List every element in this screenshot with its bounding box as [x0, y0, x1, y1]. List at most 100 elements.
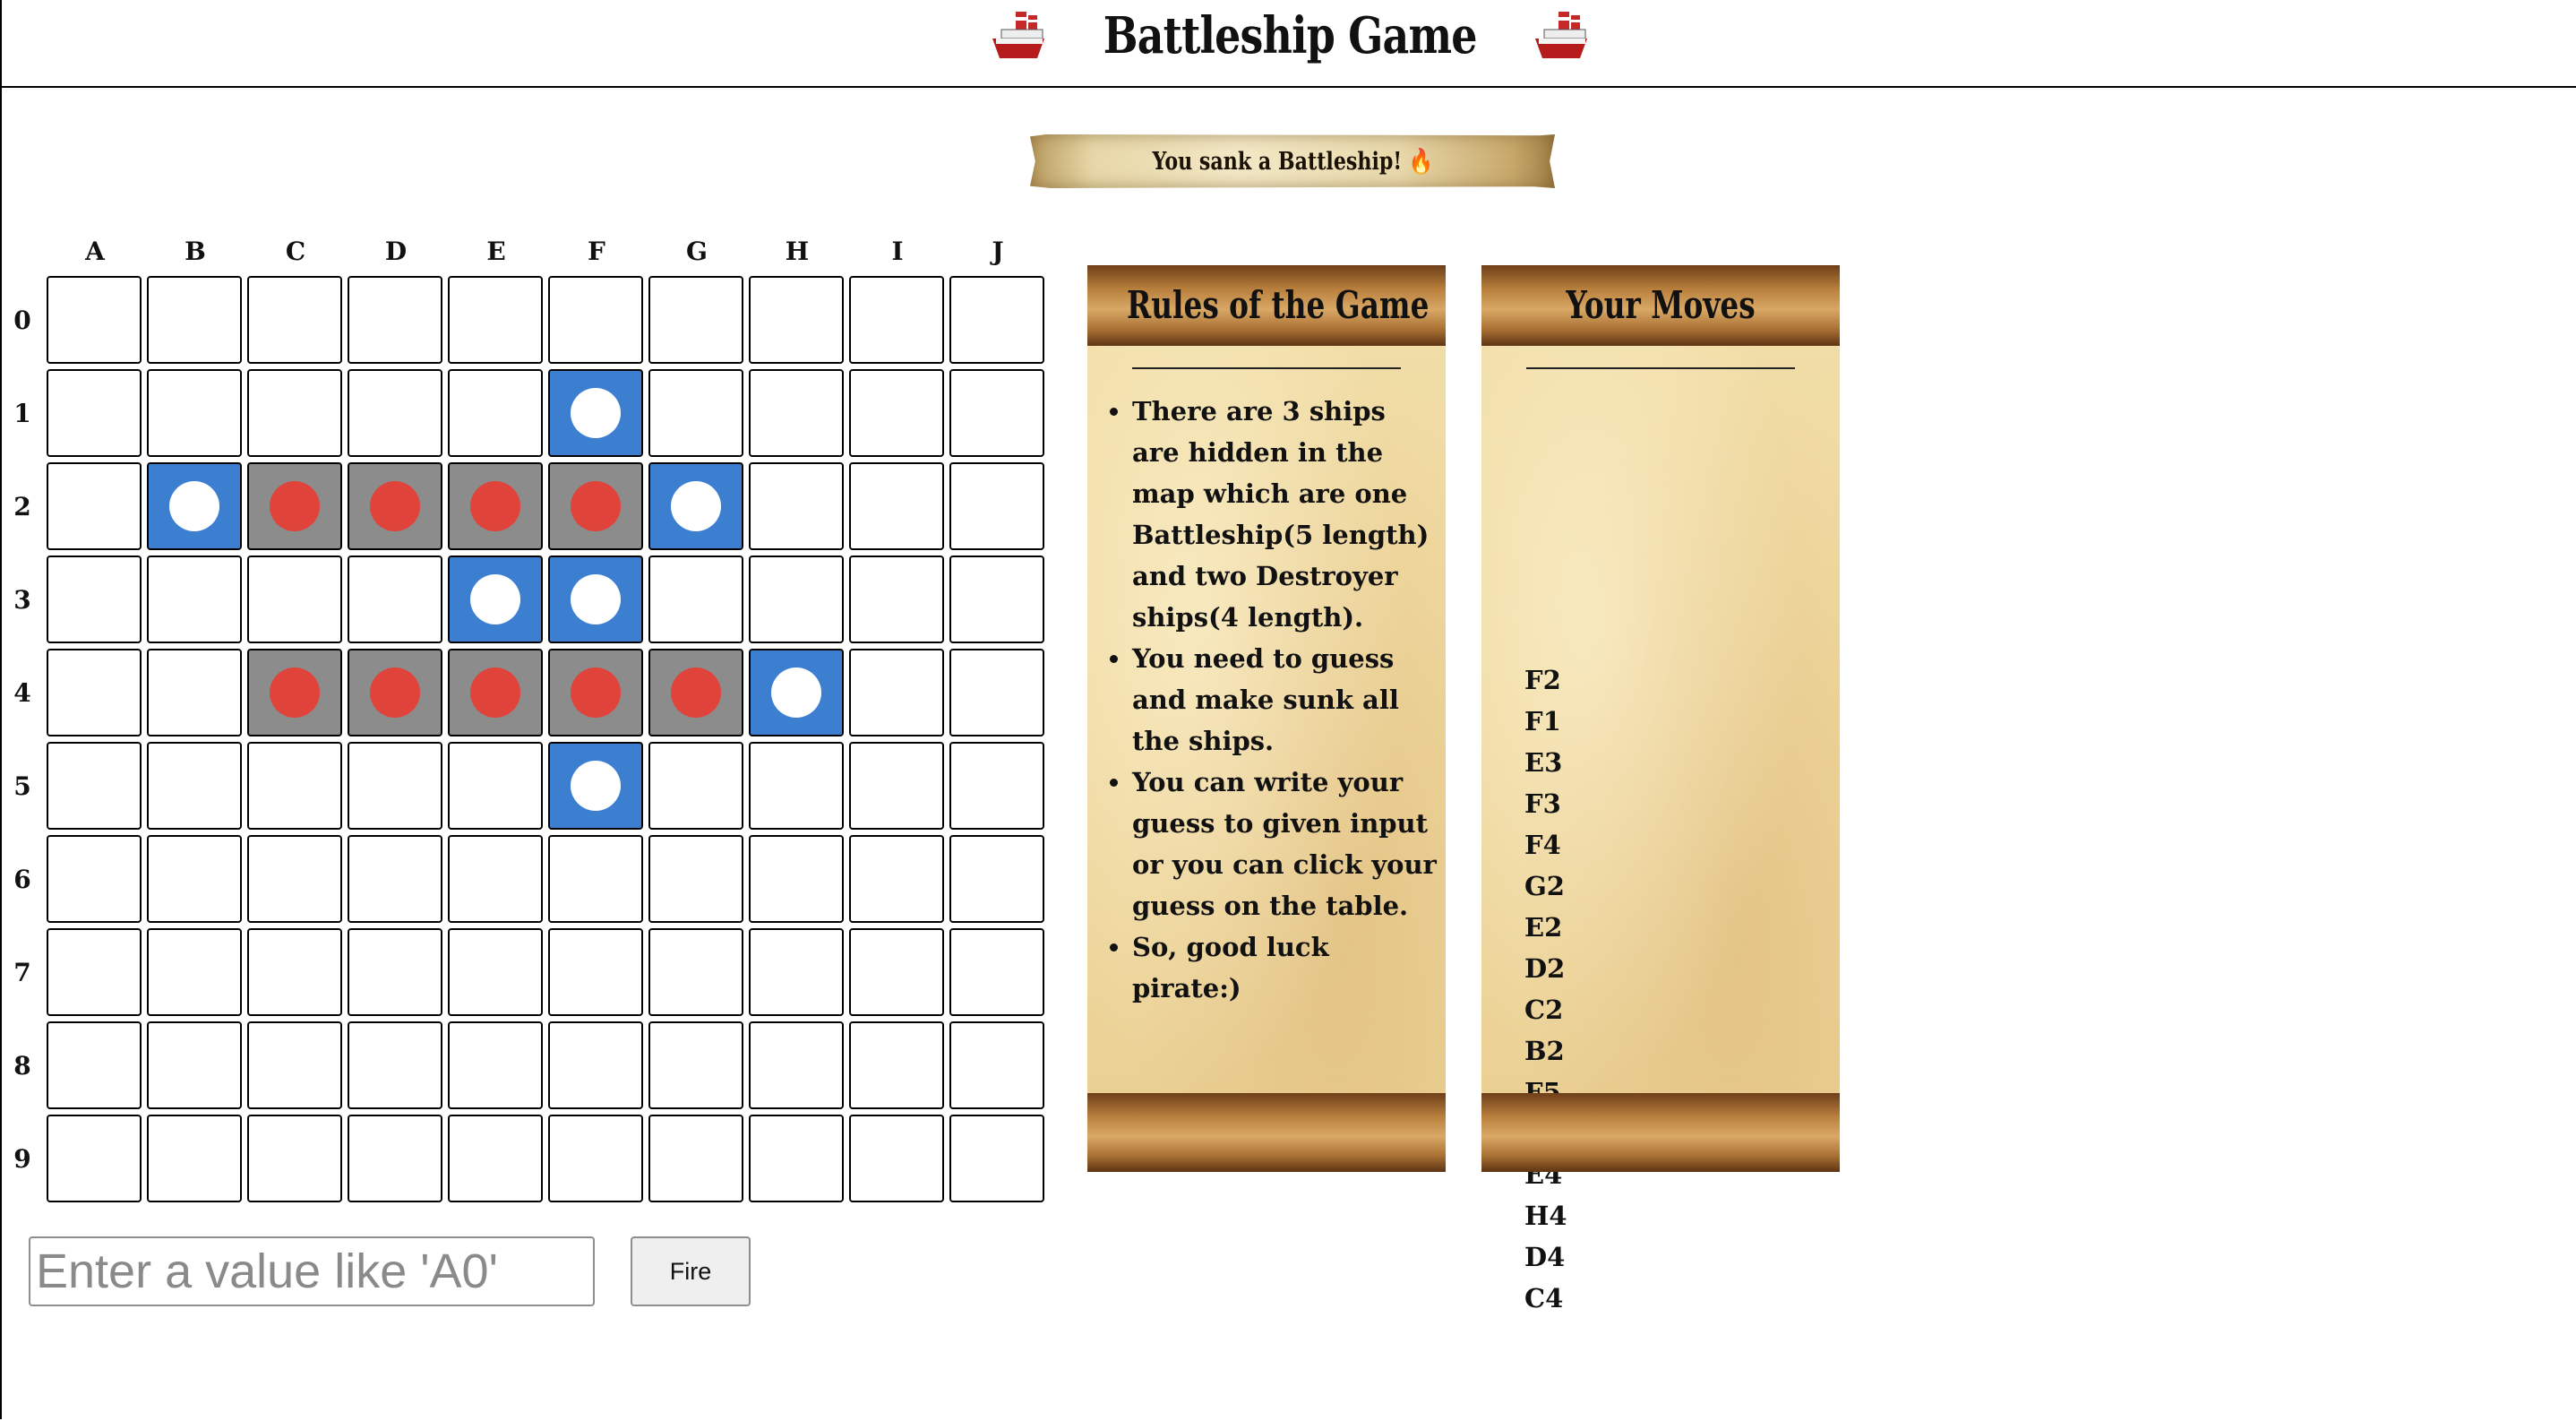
board-cell-B5[interactable] [147, 742, 242, 830]
board-cell-E3[interactable] [448, 555, 543, 643]
board-cell-A0[interactable] [47, 276, 142, 364]
board-cell-G1[interactable] [648, 369, 743, 457]
board-cell-I2[interactable] [849, 462, 944, 550]
board-cell-A4[interactable] [47, 649, 142, 736]
board-cell-C6[interactable] [247, 835, 342, 923]
board-cell-E4[interactable] [448, 649, 543, 736]
board-cell-H8[interactable] [749, 1021, 844, 1109]
board-cell-D8[interactable] [348, 1021, 442, 1109]
board-cell-C8[interactable] [247, 1021, 342, 1109]
board-cell-I0[interactable] [849, 276, 944, 364]
board-cell-D7[interactable] [348, 928, 442, 1016]
board-cell-E1[interactable] [448, 369, 543, 457]
board-cell-B2[interactable] [147, 462, 242, 550]
board-cell-C1[interactable] [247, 369, 342, 457]
board-cell-B7[interactable] [147, 928, 242, 1016]
board-cell-J9[interactable] [949, 1115, 1044, 1202]
board-cell-D6[interactable] [348, 835, 442, 923]
board-cell-B6[interactable] [147, 835, 242, 923]
board-cell-G9[interactable] [648, 1115, 743, 1202]
board-cell-J8[interactable] [949, 1021, 1044, 1109]
board-cell-H9[interactable] [749, 1115, 844, 1202]
board-cell-E6[interactable] [448, 835, 543, 923]
board-cell-H2[interactable] [749, 462, 844, 550]
board-cell-G3[interactable] [648, 555, 743, 643]
board-cell-B0[interactable] [147, 276, 242, 364]
board-cell-D5[interactable] [348, 742, 442, 830]
board-cell-J5[interactable] [949, 742, 1044, 830]
board-cell-E8[interactable] [448, 1021, 543, 1109]
board-cell-H7[interactable] [749, 928, 844, 1016]
board-cell-C9[interactable] [247, 1115, 342, 1202]
board-cell-C7[interactable] [247, 928, 342, 1016]
board-cell-F9[interactable] [548, 1115, 643, 1202]
board-cell-H4[interactable] [749, 649, 844, 736]
board-cell-J4[interactable] [949, 649, 1044, 736]
board-cell-E0[interactable] [448, 276, 543, 364]
board-cell-F4[interactable] [548, 649, 643, 736]
board-cell-F5[interactable] [548, 742, 643, 830]
board-cell-E7[interactable] [448, 928, 543, 1016]
board-cell-F8[interactable] [548, 1021, 643, 1109]
board-cell-H6[interactable] [749, 835, 844, 923]
board-cell-J2[interactable] [949, 462, 1044, 550]
board-cell-F7[interactable] [548, 928, 643, 1016]
board-cell-C0[interactable] [247, 276, 342, 364]
board-cell-J3[interactable] [949, 555, 1044, 643]
board-cell-J6[interactable] [949, 835, 1044, 923]
fire-button[interactable]: Fire [631, 1236, 751, 1306]
board-cell-A2[interactable] [47, 462, 142, 550]
board-cell-E9[interactable] [448, 1115, 543, 1202]
board-cell-F6[interactable] [548, 835, 643, 923]
board-cell-G7[interactable] [648, 928, 743, 1016]
board-cell-J7[interactable] [949, 928, 1044, 1016]
board-cell-I4[interactable] [849, 649, 944, 736]
board-cell-D4[interactable] [348, 649, 442, 736]
board-cell-F3[interactable] [548, 555, 643, 643]
board-cell-A6[interactable] [47, 835, 142, 923]
board-cell-G0[interactable] [648, 276, 743, 364]
board-cell-J0[interactable] [949, 276, 1044, 364]
board-cell-F0[interactable] [548, 276, 643, 364]
board-cell-H3[interactable] [749, 555, 844, 643]
board-cell-H5[interactable] [749, 742, 844, 830]
board-cell-J1[interactable] [949, 369, 1044, 457]
board-cell-F2[interactable] [548, 462, 643, 550]
board-cell-D1[interactable] [348, 369, 442, 457]
board-cell-C3[interactable] [247, 555, 342, 643]
board-cell-A7[interactable] [47, 928, 142, 1016]
board-cell-B1[interactable] [147, 369, 242, 457]
board-cell-C2[interactable] [247, 462, 342, 550]
board-cell-I1[interactable] [849, 369, 944, 457]
board-cell-A1[interactable] [47, 369, 142, 457]
board-cell-H0[interactable] [749, 276, 844, 364]
board-cell-G2[interactable] [648, 462, 743, 550]
board-cell-A8[interactable] [47, 1021, 142, 1109]
board-cell-A5[interactable] [47, 742, 142, 830]
board-cell-I3[interactable] [849, 555, 944, 643]
board-cell-E5[interactable] [448, 742, 543, 830]
board-cell-B3[interactable] [147, 555, 242, 643]
board-cell-I8[interactable] [849, 1021, 944, 1109]
board-cell-I6[interactable] [849, 835, 944, 923]
guess-input[interactable] [29, 1236, 595, 1306]
board-cell-I9[interactable] [849, 1115, 944, 1202]
board-cell-F1[interactable] [548, 369, 643, 457]
board-cell-G8[interactable] [648, 1021, 743, 1109]
board-cell-E2[interactable] [448, 462, 543, 550]
board-cell-B8[interactable] [147, 1021, 242, 1109]
board-cell-G6[interactable] [648, 835, 743, 923]
board-cell-H1[interactable] [749, 369, 844, 457]
board-cell-C5[interactable] [247, 742, 342, 830]
board-cell-G4[interactable] [648, 649, 743, 736]
board-cell-A9[interactable] [47, 1115, 142, 1202]
board-cell-G5[interactable] [648, 742, 743, 830]
board-cell-D0[interactable] [348, 276, 442, 364]
board-cell-D9[interactable] [348, 1115, 442, 1202]
board-cell-D3[interactable] [348, 555, 442, 643]
board-cell-I5[interactable] [849, 742, 944, 830]
board-cell-B4[interactable] [147, 649, 242, 736]
board-cell-A3[interactable] [47, 555, 142, 643]
board-cell-C4[interactable] [247, 649, 342, 736]
board-cell-B9[interactable] [147, 1115, 242, 1202]
